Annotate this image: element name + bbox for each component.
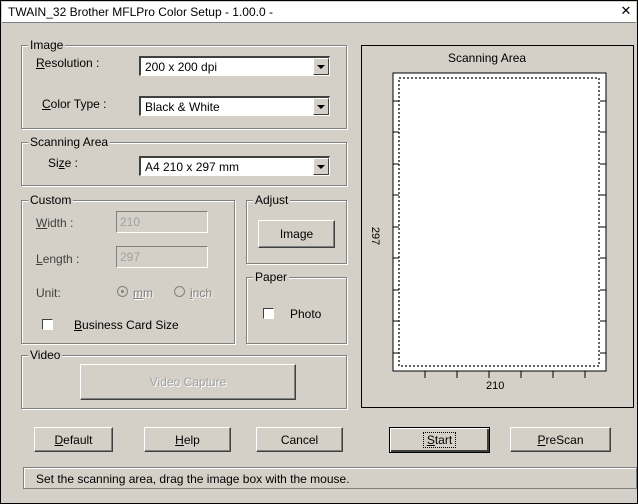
- start-button-label: Start: [390, 432, 489, 448]
- unit-inch-label: inch: [190, 286, 213, 300]
- resolution-label: Resolution :: [36, 56, 100, 70]
- width-field[interactable]: 210: [116, 211, 208, 233]
- image-group-legend: Image: [28, 38, 66, 52]
- window-title: TWAIN_32 Brother MFLPro Color Setup - 1.…: [8, 5, 273, 19]
- adjust-image-button[interactable]: Image: [258, 220, 335, 248]
- video-capture-button[interactable]: Video Capture: [80, 364, 296, 400]
- chevron-down-icon[interactable]: [313, 98, 329, 115]
- unit-mm-label: mm: [133, 286, 153, 300]
- help-button[interactable]: Help: [144, 427, 231, 452]
- width-field-value: 210: [120, 215, 141, 229]
- adjust-group: Adjust Image: [246, 193, 347, 264]
- unit-label: Unit:: [36, 286, 61, 300]
- size-select-value: A4 210 x 297 mm: [145, 160, 240, 174]
- preview-height-label: 297: [369, 226, 382, 246]
- title-bar[interactable]: TWAIN_32 Brother MFLPro Color Setup - 1.…: [2, 2, 636, 23]
- twain-dialog-window: TWAIN_32 Brother MFLPro Color Setup - 1.…: [0, 0, 638, 504]
- default-button-label: Default: [54, 432, 93, 447]
- paper-group: Paper Photo: [246, 270, 347, 344]
- scanning-area-preview[interactable]: Scanning Area 210 297: [361, 45, 634, 408]
- preview-ruler: [392, 72, 607, 378]
- length-field-value: 297: [120, 250, 141, 264]
- photo-label: Photo: [290, 307, 322, 321]
- color-type-label: Color Type :: [42, 97, 107, 111]
- adjust-image-button-label: Image: [279, 227, 314, 241]
- video-capture-button-label: Video Capture: [149, 375, 227, 389]
- width-label: Width :: [36, 216, 74, 230]
- unit-inch-radio[interactable]: [174, 286, 185, 297]
- status-bar: Set the scanning area, drag the image bo…: [23, 467, 637, 489]
- color-type-select[interactable]: Black & White: [139, 96, 330, 116]
- color-type-select-value: Black & White: [145, 100, 220, 114]
- scanning-area-group: Scanning Area Size : A4 210 x 297 mm: [21, 135, 347, 186]
- prescan-button[interactable]: PreScan: [510, 427, 611, 452]
- business-card-label: Business Card Size: [74, 318, 179, 332]
- status-text: Set the scanning area, drag the image bo…: [36, 472, 350, 486]
- adjust-group-legend: Adjust: [253, 193, 291, 207]
- size-label: Size :: [48, 156, 79, 170]
- length-field[interactable]: 297: [116, 246, 208, 268]
- prescan-button-label: PreScan: [537, 432, 584, 447]
- help-button-label: Help: [175, 432, 200, 447]
- chevron-down-icon[interactable]: [313, 158, 329, 175]
- custom-group-legend: Custom: [28, 193, 74, 207]
- chevron-down-icon[interactable]: [313, 58, 329, 75]
- video-group-legend: Video: [28, 348, 63, 362]
- cancel-button[interactable]: Cancel: [256, 427, 343, 452]
- bottom-ruler-ticks: [424, 371, 586, 378]
- business-card-checkbox[interactable]: [42, 319, 53, 330]
- image-group: Image Resolution : 200 x 200 dpi Color T…: [21, 38, 347, 129]
- video-group: Video Video Capture: [21, 348, 347, 409]
- resolution-select[interactable]: 200 x 200 dpi: [139, 56, 330, 76]
- photo-checkbox[interactable]: [263, 308, 274, 319]
- resolution-select-value: 200 x 200 dpi: [145, 60, 218, 74]
- cancel-button-label: Cancel: [280, 432, 319, 447]
- start-button[interactable]: Start: [389, 427, 490, 453]
- default-button[interactable]: Default: [34, 427, 113, 452]
- unit-mm-radio[interactable]: [117, 286, 128, 297]
- length-label: Length :: [36, 252, 80, 266]
- close-icon[interactable]: ✕: [618, 4, 634, 18]
- paper-group-legend: Paper: [253, 270, 290, 284]
- paper-area: [392, 72, 607, 372]
- preview-width-label: 210: [486, 380, 505, 392]
- scanning-area-group-legend: Scanning Area: [28, 135, 111, 149]
- custom-group: Custom Width : 210 Length : 297 Unit: mm…: [21, 193, 235, 344]
- size-select[interactable]: A4 210 x 297 mm: [139, 156, 330, 176]
